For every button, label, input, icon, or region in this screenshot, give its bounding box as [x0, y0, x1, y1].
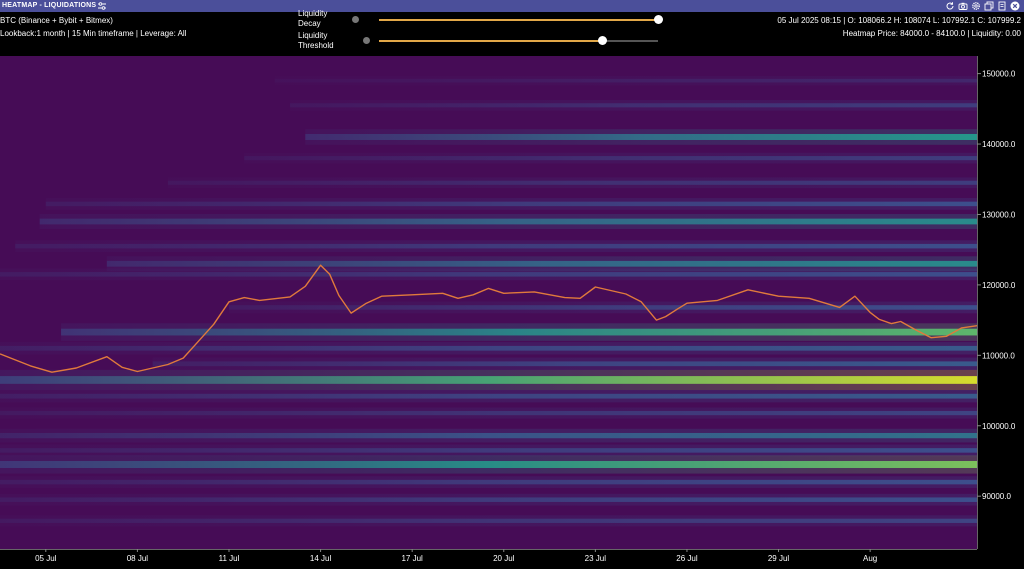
settings-icon[interactable]: [971, 1, 981, 11]
window-titlebar: HEATMAP - LIQUIDATIONS: [0, 0, 1024, 12]
liquidity-band: [0, 432, 977, 439]
x-tick-label: Aug: [863, 554, 877, 563]
y-tick-label: 100000.0: [982, 422, 1016, 431]
y-tick-label: 120000.0: [982, 281, 1016, 290]
x-tick-label: 26 Jul: [676, 554, 698, 563]
duplicate-icon[interactable]: [997, 1, 1007, 11]
liquidity-band: [0, 345, 977, 351]
liquidity-band: [152, 361, 977, 367]
liquidity-band: [45, 201, 977, 207]
lookback-label: Lookback:1 month | 15 Min timeframe | Le…: [0, 29, 187, 38]
refresh-icon[interactable]: [945, 1, 955, 11]
y-axis-background: [977, 56, 1024, 549]
x-tick-label: 11 Jul: [219, 554, 240, 563]
sliders-icon[interactable]: [97, 1, 107, 11]
liquidity-band: [0, 272, 977, 277]
y-tick-label: 90000.0: [982, 492, 1011, 501]
liquidity-band: [0, 376, 977, 384]
y-tick-label: 150000.0: [982, 70, 1016, 79]
ohlc-info: 05 Jul 2025 08:15 | O: 108066.2 H: 10807…: [777, 14, 1021, 40]
y-tick-label: 130000.0: [982, 210, 1016, 219]
ohlc-label: 05 Jul 2025 08:15 | O: 108066.2 H: 10807…: [777, 16, 1021, 25]
liquidity-band: [0, 479, 977, 485]
decay-slider[interactable]: [379, 15, 663, 24]
liquidity-band: [0, 410, 977, 416]
liquidity-band: [274, 78, 977, 83]
x-tick-label: 29 Jul: [768, 554, 790, 563]
liquidity-band: [305, 133, 977, 140]
threshold-slider-thumb[interactable]: [598, 36, 608, 45]
threshold-info-icon[interactable]: [363, 37, 370, 44]
liquidity-band: [0, 393, 977, 399]
x-tick-label: 20 Jul: [493, 554, 515, 563]
decay-slider-fill: [379, 19, 658, 21]
liquidity-band: [15, 243, 977, 249]
decay-info-icon[interactable]: [352, 16, 359, 23]
close-icon[interactable]: [1010, 1, 1020, 11]
decay-slider-thumb[interactable]: [654, 15, 663, 24]
y-tick-label: 110000.0: [982, 351, 1015, 360]
threshold-slider-fill: [379, 40, 603, 42]
x-tick-label: 05 Jul: [35, 554, 57, 563]
x-tick-label: 14 Jul: [310, 554, 332, 563]
x-tick-label: 08 Jul: [127, 554, 149, 563]
x-axis: 05 Jul 08 Jul 11 Jul 14 Jul 17 Jul 20 Jul 23 J…: [0, 549, 1024, 569]
x-tick-label: 17 Jul: [401, 554, 423, 563]
camera-icon[interactable]: [958, 1, 968, 11]
threshold-slider-label: Liquidity Threshold: [298, 31, 334, 50]
heatmap-price-label: Heatmap Price: 84000.0 - 84100.0 | Liqui…: [842, 29, 1021, 38]
liquidity-band: [290, 103, 977, 108]
liquidity-band: [167, 180, 977, 185]
market-info: BTC (Binance + Bybit + Bitmex) Lookback:…: [0, 14, 186, 40]
liquidity-band: [106, 260, 977, 267]
exchange-label: BTC (Binance + Bybit + Bitmex): [0, 16, 113, 25]
liquidity-band: [0, 497, 977, 502]
liquidity-band: [0, 448, 977, 453]
liquidity-band: [0, 518, 977, 523]
copy-icon[interactable]: [984, 1, 994, 11]
liquidity-band: [0, 460, 977, 468]
window-title: HEATMAP - LIQUIDATIONS: [2, 2, 97, 9]
liquidity-band: [244, 156, 977, 161]
liquidity-band: [39, 218, 978, 225]
threshold-slider[interactable]: [379, 36, 658, 45]
y-axis: 150000.0 140000.0 130000.0 120000.0 110000.0…: [977, 56, 1024, 549]
liquidity-band: [61, 328, 977, 336]
y-tick-label: 140000.0: [982, 140, 1016, 149]
decay-slider-label: Liquidity Decay: [298, 9, 328, 28]
liquidation-heatmap-chart[interactable]: 150000.0 140000.0 130000.0 120000.0 110000.0…: [0, 56, 1024, 569]
x-tick-label: 23 Jul: [585, 554, 607, 563]
